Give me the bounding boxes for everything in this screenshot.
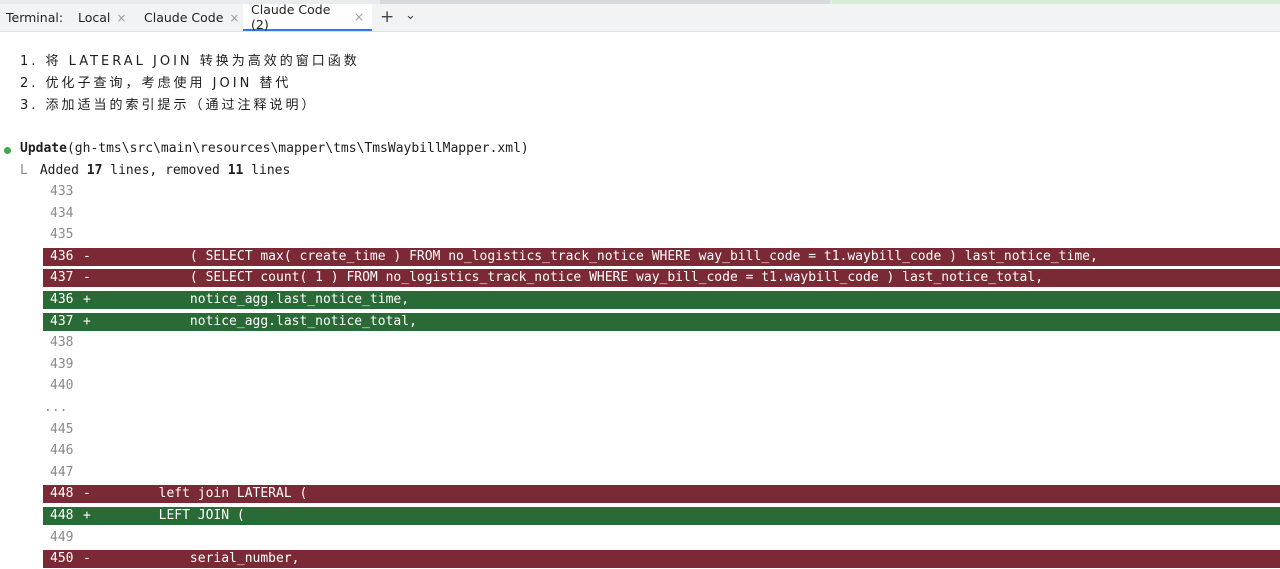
diff-removed-row: 448- left join LATERAL (	[43, 485, 1280, 503]
code-text: notice_agg.last_notice_time,	[96, 292, 410, 307]
code-text: serial_number,	[96, 551, 300, 566]
diff-marker: +	[83, 292, 91, 307]
line-number: 447	[50, 465, 74, 480]
diff-context-row: 449	[43, 529, 1280, 547]
terminal-tab-bar: Terminal: Local × Claude Code × Claude C…	[0, 1, 1280, 32]
diff-context-row: 447	[43, 464, 1280, 482]
tab-label: Claude Code	[144, 10, 224, 25]
diff-added-row: 448 + LEFT JOIN (	[43, 507, 1280, 525]
terminal-label: Terminal:	[6, 10, 64, 25]
diff-removed-row: 450- serial_number,	[43, 550, 1280, 568]
removed-count: 11	[227, 163, 244, 178]
tab-label: Claude Code (2)	[251, 1, 331, 32]
diff-added-row: 437 + notice_agg.last_notice_total,	[43, 313, 1280, 331]
diff-context-row: 440	[43, 377, 1280, 395]
diff-context-row: 435	[43, 226, 1280, 244]
update-header: Update(gh-tms\src\main\resources\mapper\…	[20, 139, 529, 159]
code-text: LEFT JOIN (	[96, 508, 245, 523]
line-number: 440	[50, 378, 74, 393]
code-text: ( SELECT max( create_time ) FROM no_logi…	[96, 249, 1098, 264]
diff-marker: -	[83, 551, 91, 566]
diff-context-row: 439	[43, 356, 1280, 374]
code-text: notice_agg.last_notice_total,	[96, 314, 417, 329]
plan-step: 1. 将 LATERAL JOIN 转换为高效的窗口函数	[20, 54, 360, 69]
tab-claude-code[interactable]: Claude Code ×	[136, 4, 247, 31]
diff-removed-row: 437- ( SELECT count( 1 ) FROM no_logisti…	[43, 269, 1280, 287]
close-icon[interactable]: ×	[229, 11, 239, 25]
close-icon[interactable]: ×	[354, 10, 364, 24]
diff-ellipsis: ...	[44, 400, 68, 415]
diff-marker: +	[83, 314, 91, 329]
diff-marker: -	[83, 270, 91, 285]
status-dot-icon	[4, 147, 11, 154]
diff-summary: L Added 17 lines, removed 11 lines	[20, 161, 290, 181]
line-number: 449	[50, 530, 74, 545]
plan-step: 3. 添加适当的索引提示（通过注释说明）	[20, 98, 318, 113]
summary-text: lines, removed	[102, 163, 228, 178]
tab-label: Local	[78, 10, 111, 25]
close-icon[interactable]: ×	[116, 11, 126, 25]
diff-context-row: 433	[43, 183, 1280, 201]
add-tab-icon[interactable]: +	[380, 7, 394, 27]
summary-text: lines	[243, 163, 291, 178]
line-number: 445	[50, 422, 74, 437]
line-number: 433	[50, 184, 74, 199]
tab-local[interactable]: Local ×	[70, 4, 134, 31]
line-number: 434	[50, 206, 74, 221]
diff-context-row: 434	[43, 205, 1280, 223]
tab-claude-code-2[interactable]: Claude Code (2) ×	[243, 1, 372, 32]
code-text: left join LATERAL (	[96, 486, 308, 501]
added-count: 17	[86, 163, 103, 178]
line-number: 439	[50, 357, 74, 372]
line-number: 438	[50, 335, 74, 350]
line-number: 435	[50, 227, 74, 242]
diff-context-row: 445	[43, 421, 1280, 439]
diff-marker: -	[83, 249, 91, 264]
diff-context-row: 438	[43, 334, 1280, 352]
line-number: 446	[50, 443, 74, 458]
diff-marker: -	[83, 486, 91, 501]
summary-text: Added	[39, 163, 87, 178]
update-action: Update	[20, 141, 67, 156]
update-path: (gh-tms\src\main\resources\mapper\tms\Tm…	[66, 141, 529, 156]
code-text: ( SELECT count( 1 ) FROM no_logistics_tr…	[96, 270, 1044, 285]
chevron-down-icon[interactable]: ⌄	[405, 8, 416, 23]
plan-step: 2. 优化子查询，考虑使用 JOIN 替代	[20, 76, 292, 91]
diff-context-row: 446	[43, 442, 1280, 460]
diff-added-row: 436 + notice_agg.last_notice_time,	[43, 291, 1280, 309]
tree-corner-icon: L	[20, 163, 28, 178]
diff-marker: +	[83, 508, 91, 523]
diff-removed-row: 436- ( SELECT max( create_time ) FROM no…	[43, 248, 1280, 266]
